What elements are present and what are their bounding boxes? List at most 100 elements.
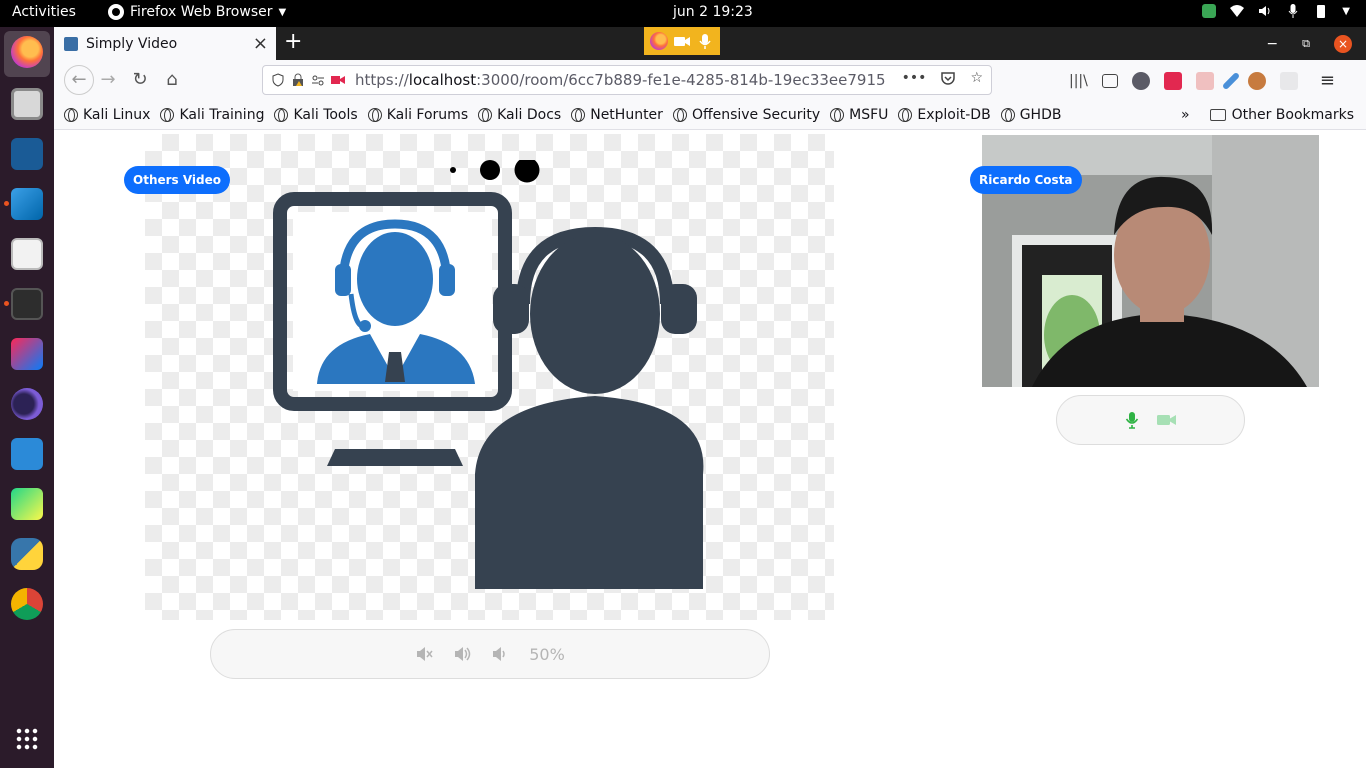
window-controls: − ⧉ × (1266, 27, 1366, 60)
bookmark-item[interactable]: Kali Training (160, 107, 264, 123)
forward-arrow-icon[interactable]: → (96, 68, 120, 92)
bookmark-item[interactable]: Exploit-DB (898, 107, 991, 123)
hamburger-menu-icon[interactable]: ≡ (1320, 70, 1335, 91)
tab-bar: Simply Video × + − ⧉ × (54, 27, 1366, 60)
remote-video (145, 134, 834, 620)
page-content: Others Video 50% Ricardo Costa (54, 131, 1366, 768)
sharing-indicator[interactable] (644, 27, 720, 55)
mysql-workbench-dock-icon[interactable] (11, 138, 43, 170)
close-window-icon[interactable]: × (1334, 34, 1352, 53)
globe-icon (571, 107, 586, 122)
intellij-dock-icon[interactable] (11, 338, 43, 370)
files-dock-icon[interactable] (11, 88, 43, 120)
bookmark-item[interactable]: Kali Docs (478, 107, 561, 123)
video-camera-icon[interactable] (1156, 413, 1177, 427)
self-video-badge: Ricardo Costa (970, 166, 1082, 194)
camera-icon[interactable] (331, 73, 345, 87)
volume-down-icon[interactable] (491, 645, 509, 663)
site-security-indicators[interactable] (271, 73, 345, 87)
system-monitor-dock-icon[interactable] (11, 438, 43, 470)
permissions-icon[interactable] (311, 73, 325, 87)
page-actions-icon[interactable]: ••• (902, 70, 927, 90)
caret-down-icon: ▼ (278, 6, 287, 18)
gnome-top-bar: Activities Firefox Web Browser ▼ jun 2 1… (0, 0, 1366, 27)
volume-up-icon[interactable] (453, 645, 471, 663)
running-indicator (4, 301, 9, 306)
microphone-icon[interactable] (1286, 4, 1300, 18)
shield-icon[interactable] (271, 73, 285, 87)
globe-icon (64, 107, 78, 122)
bookmark-star-icon[interactable]: ☆ (970, 70, 983, 90)
bookmark-item[interactable]: Kali Tools (274, 107, 358, 123)
extension-grid-icon[interactable] (1279, 71, 1298, 90)
app-menu[interactable]: Firefox Web Browser ▼ (108, 4, 286, 20)
running-indicator (4, 201, 9, 206)
show-apps-icon[interactable] (15, 727, 39, 751)
cors-extension-icon[interactable] (1195, 71, 1214, 90)
bookmark-item[interactable]: GHDB (1000, 107, 1061, 123)
firefox-icon (108, 4, 124, 20)
tab-title: Simply Video (86, 35, 178, 52)
eyedropper-icon[interactable] (1221, 71, 1241, 90)
maximize-icon[interactable]: ⧉ (1302, 37, 1310, 51)
globe-icon (274, 107, 289, 122)
system-tray[interactable]: ▼ (1202, 4, 1350, 18)
reload-icon[interactable]: ↻ (128, 68, 152, 92)
python-dock-icon[interactable] (11, 538, 43, 570)
firefox-dock-icon[interactable] (11, 36, 43, 68)
text-editor-dock-icon[interactable] (11, 238, 43, 270)
url-text: https://localhost:3000/room/6cc7b889-fe1… (355, 71, 886, 89)
tab-simply-video[interactable]: Simply Video × (54, 27, 276, 60)
volume-icon[interactable] (1258, 4, 1272, 18)
eclipse-dock-icon[interactable] (11, 388, 43, 420)
caret-down-icon[interactable]: ▼ (1342, 6, 1350, 17)
extension-red-icon[interactable] (1163, 71, 1182, 90)
activities-button[interactable]: Activities (12, 4, 76, 20)
pocket-icon[interactable] (940, 70, 956, 90)
wifi-icon[interactable] (1230, 4, 1245, 18)
globe-icon (1000, 107, 1015, 122)
address-bar[interactable]: https://localhost:3000/room/6cc7b889-fe1… (262, 65, 992, 95)
close-tab-icon[interactable]: × (253, 33, 268, 54)
tab-favicon-icon (64, 36, 78, 51)
terminal-dock-icon[interactable] (11, 288, 43, 320)
mute-icon[interactable] (415, 645, 433, 663)
globe-icon (830, 107, 845, 122)
globe-icon (672, 107, 687, 122)
library-icon[interactable]: |||\ (1069, 73, 1088, 89)
vscode-dock-icon[interactable] (11, 188, 43, 220)
bookmark-item[interactable]: NetHunter (571, 107, 663, 123)
sidebar-icon[interactable] (1101, 73, 1118, 88)
bookmarks-toolbar: Kali Linux Kali Training Kali Tools Kali… (54, 100, 1366, 130)
navigation-toolbar: ← → ↻ ⌂ https://localhost:3000/room/6cc7… (54, 60, 1366, 100)
extension-r-icon[interactable] (1131, 71, 1150, 90)
bookmark-item[interactable]: Kali Linux (64, 107, 150, 123)
bookmark-item[interactable]: Offensive Security (672, 107, 820, 123)
back-arrow-icon[interactable]: ← (64, 65, 94, 95)
bookmark-item[interactable]: Kali Forums (367, 107, 468, 123)
shield-icon[interactable] (1202, 4, 1217, 18)
clock[interactable]: jun 2 19:23 (673, 4, 753, 20)
battery-icon[interactable] (1314, 4, 1328, 18)
lock-warning-icon[interactable] (291, 73, 305, 87)
globe-icon (160, 107, 175, 122)
chrome-dock-icon[interactable] (11, 588, 43, 620)
volume-level-label: 50% (529, 644, 565, 664)
app-menu-label: Firefox Web Browser (130, 4, 273, 20)
volume-controls: 50% (210, 629, 770, 679)
microphone-icon (696, 32, 714, 50)
others-video-badge: Others Video (124, 166, 231, 194)
minimize-icon[interactable]: − (1266, 36, 1278, 52)
chevron-overflow-icon[interactable]: » (1181, 107, 1190, 123)
globe-icon (478, 107, 493, 122)
microphone-icon[interactable] (1125, 411, 1139, 429)
globe-icon (898, 107, 913, 122)
pycharm-dock-icon[interactable] (11, 488, 43, 520)
new-tab-icon[interactable]: + (284, 29, 302, 54)
home-icon[interactable]: ⌂ (160, 68, 184, 92)
other-bookmarks[interactable]: » Other Bookmarks (1181, 107, 1354, 123)
dock (0, 27, 54, 768)
folder-icon (1209, 108, 1226, 121)
cookie-icon[interactable] (1247, 71, 1266, 90)
bookmark-item[interactable]: MSFU (830, 107, 888, 123)
